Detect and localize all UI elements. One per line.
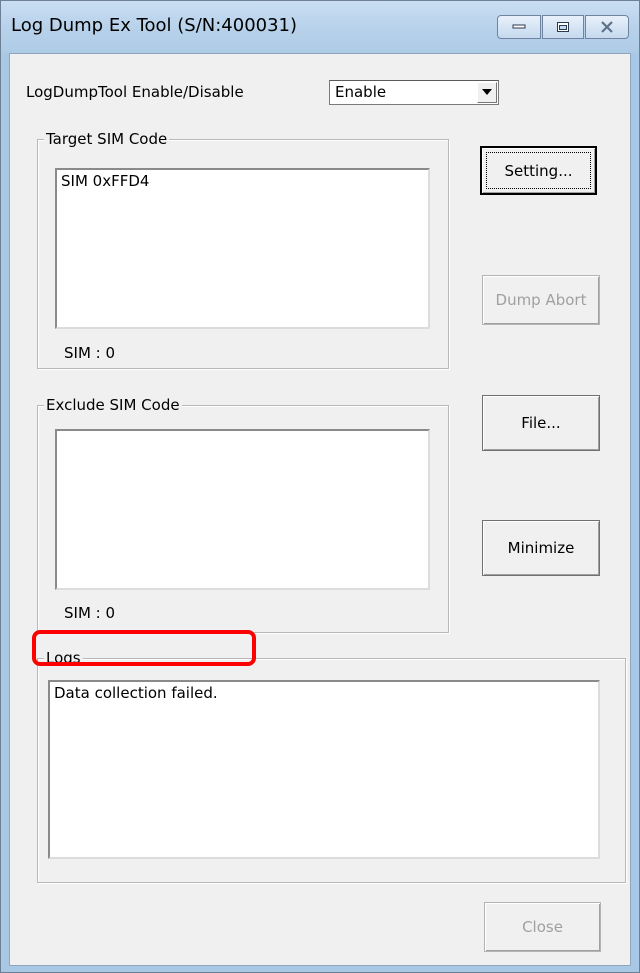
dropdown-arrow-button[interactable] — [477, 82, 497, 103]
window-title: Log Dump Ex Tool (S/N:400031) — [11, 15, 298, 36]
exclude-sim-group: Exclude SIM Code SIM : 0 — [37, 396, 449, 633]
log-line: Data collection failed. — [54, 684, 218, 702]
dump-abort-button[interactable]: Dump Abort — [482, 275, 600, 325]
close-icon — [601, 21, 613, 33]
target-sim-list[interactable]: SIM 0xFFD4 — [55, 168, 430, 329]
exclude-sim-group-title: Exclude SIM Code — [44, 396, 182, 414]
minimize-window-button[interactable] — [497, 15, 541, 39]
logs-group: Logs Data collection failed. — [37, 649, 626, 883]
maximize-icon — [557, 22, 569, 32]
file-button-label: File... — [521, 414, 561, 432]
dialog-client-area: LogDumpTool Enable/Disable Enable Target… — [9, 53, 631, 966]
close-button-label: Close — [522, 918, 563, 936]
setting-button-label: Setting... — [504, 161, 573, 180]
title-bar[interactable]: Log Dump Ex Tool (S/N:400031) — [1, 1, 639, 53]
enable-disable-select[interactable]: Enable — [329, 80, 499, 105]
setting-button[interactable]: Setting... — [480, 146, 597, 195]
target-sim-group-title: Target SIM Code — [44, 130, 170, 148]
minimize-button-label: Minimize — [507, 539, 575, 557]
list-item[interactable]: SIM 0xFFD4 — [57, 170, 428, 192]
minimize-button[interactable]: Minimize — [482, 520, 600, 576]
close-window-button[interactable] — [585, 15, 629, 39]
highlight-annotation — [32, 630, 256, 666]
maximize-window-button[interactable] — [542, 15, 584, 39]
target-sim-count: SIM : 0 — [64, 344, 116, 362]
target-sim-group: Target SIM Code SIM 0xFFD4 SIM : 0 — [37, 130, 449, 369]
exclude-sim-list[interactable] — [55, 429, 430, 590]
enable-disable-label: LogDumpTool Enable/Disable — [26, 83, 244, 101]
logs-list[interactable]: Data collection failed. — [48, 680, 600, 859]
dump-abort-button-label: Dump Abort — [495, 291, 587, 309]
minimize-icon — [512, 24, 526, 29]
log-dump-window: Log Dump Ex Tool (S/N:400031) LogDumpToo… — [0, 0, 640, 973]
exclude-sim-count: SIM : 0 — [64, 604, 116, 622]
enable-disable-value: Enable — [335, 83, 387, 101]
close-button[interactable]: Close — [484, 902, 601, 952]
caption-buttons — [497, 15, 629, 39]
file-button[interactable]: File... — [482, 395, 600, 451]
chevron-down-icon — [482, 89, 492, 95]
